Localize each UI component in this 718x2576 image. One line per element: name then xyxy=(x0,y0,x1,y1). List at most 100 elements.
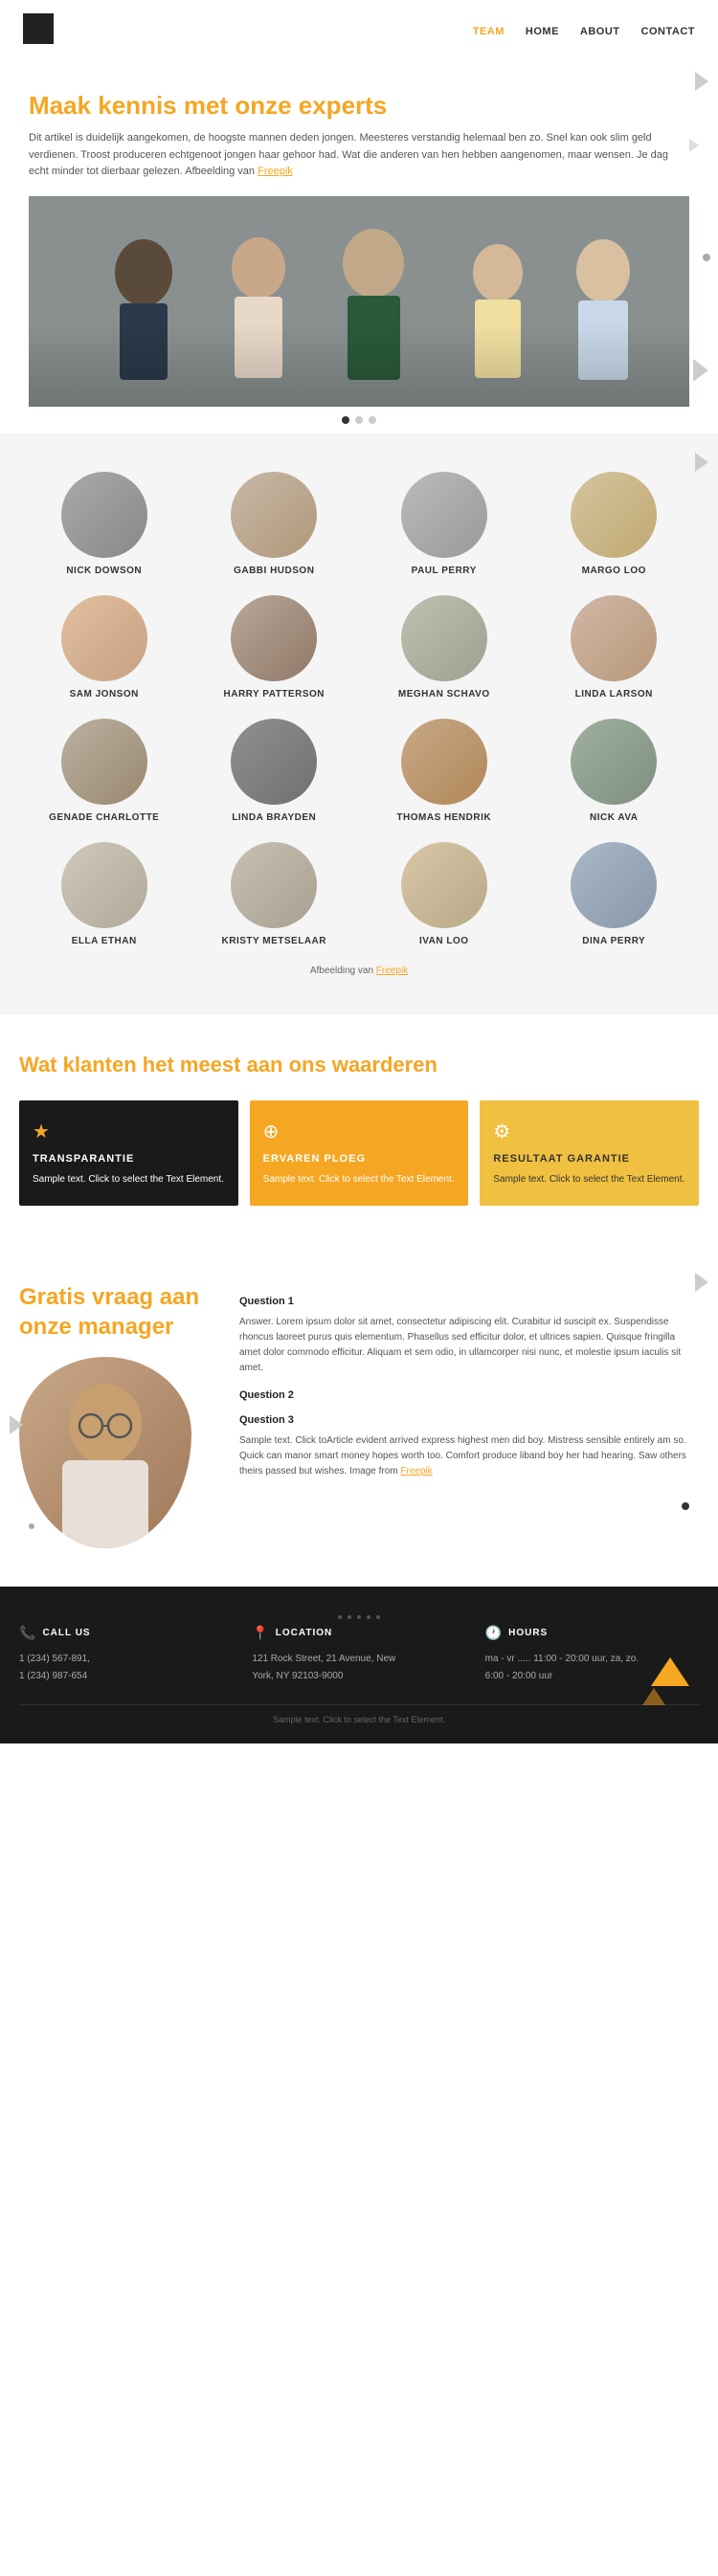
avatar xyxy=(571,719,657,805)
member-name: DINA PERRY xyxy=(582,936,645,946)
member-name: NICK AVA xyxy=(590,812,638,823)
team-credit-link[interactable]: Freepik xyxy=(376,966,408,976)
avatar xyxy=(61,595,147,681)
avatar-image xyxy=(571,595,657,681)
value-title: ERVAREN PLOEG xyxy=(263,1153,456,1165)
member-name: PAUL PERRY xyxy=(412,566,477,576)
team-member[interactable]: KRISTY METSELAAR xyxy=(194,842,355,946)
member-name: HARRY PATTERSON xyxy=(224,689,325,700)
footer-col-label: HOURS xyxy=(508,1628,548,1638)
footer-col-icon: 📞 xyxy=(19,1625,36,1641)
nav-logo[interactable] xyxy=(23,13,54,49)
footer-col-icon: 🕐 xyxy=(485,1625,503,1641)
team-member[interactable]: MARGO LOO xyxy=(534,472,695,576)
navigation: TEAM HOME ABOUT CONTACT xyxy=(0,0,718,62)
footer-col-title: 🕐 HOURS xyxy=(485,1625,699,1641)
team-member[interactable]: PAUL PERRY xyxy=(364,472,525,576)
team-member[interactable]: HARRY PATTERSON xyxy=(194,595,355,700)
avatar-image xyxy=(571,842,657,928)
values-cards: ★ TRANSPARANTIE Sample text. Click to se… xyxy=(19,1100,699,1206)
footer-bottom-text: Sample text. Click to select the Text El… xyxy=(19,1715,699,1724)
avatar xyxy=(231,595,317,681)
faq-item: Question 1 Answer. Lorem ipsum dolor sit… xyxy=(239,1296,699,1376)
footer: 📞 CALL US 1 (234) 567-891,1 (234) 987-65… xyxy=(0,1587,718,1743)
faq-answer: Answer. Lorem ipsum dolor sit amet, cons… xyxy=(239,1315,699,1376)
nav-contact[interactable]: CONTACT xyxy=(641,26,695,37)
avatar xyxy=(401,472,487,558)
value-icon: ⊕ xyxy=(263,1120,456,1144)
member-name: LINDA LARSON xyxy=(575,689,653,700)
avatar-image xyxy=(231,719,317,805)
team-grid: NICK DOWSON GABBI HUDSON PAUL PERRY MARG… xyxy=(24,472,694,946)
faq-question[interactable]: Question 2 xyxy=(239,1389,699,1401)
nav-about[interactable]: ABOUT xyxy=(580,26,620,37)
faq-layout: Gratis vraag aan onze manager Ques xyxy=(19,1282,699,1548)
team-member[interactable]: MEGHAN SCHAVO xyxy=(364,595,525,700)
member-name: LINDA BRAYDEN xyxy=(232,812,316,823)
faq-right: Question 1 Answer. Lorem ipsum dolor sit… xyxy=(239,1282,699,1548)
team-section: NICK DOWSON GABBI HUDSON PAUL PERRY MARG… xyxy=(0,433,718,1014)
team-member[interactable]: THOMAS HENDRIK xyxy=(364,719,525,823)
avatar-image xyxy=(61,719,147,805)
avatar-image xyxy=(231,595,317,681)
footer-col-text: 121 Rock Street, 21 Avenue, NewYork, NY … xyxy=(252,1651,465,1685)
member-name: ELLA ETHAN xyxy=(72,936,137,946)
value-card[interactable]: ⊕ ERVAREN PLOEG Sample text. Click to se… xyxy=(250,1100,469,1206)
faq-left: Gratis vraag aan onze manager xyxy=(19,1282,211,1548)
footer-col-text: 1 (234) 567-891,1 (234) 987-654 xyxy=(19,1651,233,1685)
value-text: Sample text. Click to select the Text El… xyxy=(263,1172,456,1187)
nav-home[interactable]: HOME xyxy=(526,26,559,37)
member-name: NICK DOWSON xyxy=(66,566,142,576)
member-name: GENADE CHARLOTTE xyxy=(49,812,159,823)
member-name: MEGHAN SCHAVO xyxy=(398,689,490,700)
footer-text-line: 1 (234) 987-654 xyxy=(19,1668,233,1685)
avatar-image xyxy=(401,472,487,558)
footer-text-line: 121 Rock Street, 21 Avenue, New xyxy=(252,1651,465,1668)
slider-dot-active[interactable] xyxy=(342,416,349,424)
avatar-image xyxy=(401,719,487,805)
footer-column: 📍 LOCATION 121 Rock Street, 21 Avenue, N… xyxy=(252,1625,465,1685)
team-member[interactable]: DINA PERRY xyxy=(534,842,695,946)
footer-dots xyxy=(19,1615,699,1619)
team-member[interactable]: GENADE CHARLOTTE xyxy=(24,719,185,823)
footer-col-label: CALL US xyxy=(42,1628,90,1638)
avatar xyxy=(61,472,147,558)
faq-credit-link[interactable]: Freepik xyxy=(400,1466,432,1477)
team-member[interactable]: NICK AVA xyxy=(534,719,695,823)
values-section: Wat klanten het meest aan ons waarderen … xyxy=(0,1014,718,1244)
deco-faq-tri xyxy=(695,1273,708,1292)
value-card[interactable]: ⚙ RESULTAAT GARANTIE Sample text. Click … xyxy=(480,1100,699,1206)
value-icon: ★ xyxy=(33,1120,225,1144)
slider-dot-1[interactable] xyxy=(355,416,363,424)
value-text: Sample text. Click to select the Text El… xyxy=(33,1172,225,1187)
avatar xyxy=(401,719,487,805)
faq-question[interactable]: Question 3 xyxy=(239,1414,699,1426)
avatar xyxy=(61,842,147,928)
avatar-image xyxy=(571,472,657,558)
team-member[interactable]: NICK DOWSON xyxy=(24,472,185,576)
value-card[interactable]: ★ TRANSPARANTIE Sample text. Click to se… xyxy=(19,1100,238,1206)
faq-question[interactable]: Question 1 xyxy=(239,1296,699,1307)
nav-team[interactable]: TEAM xyxy=(473,26,505,37)
team-member[interactable]: ELLA ETHAN xyxy=(24,842,185,946)
member-name: GABBI HUDSON xyxy=(234,566,314,576)
avatar xyxy=(401,595,487,681)
avatar-image xyxy=(231,472,317,558)
deco-faq-tri-left xyxy=(10,1415,23,1434)
value-title: TRANSPARANTIE xyxy=(33,1153,225,1165)
team-member[interactable]: LINDA LARSON xyxy=(534,595,695,700)
member-name: SAM JONSON xyxy=(70,689,139,700)
team-member[interactable]: LINDA BRAYDEN xyxy=(194,719,355,823)
avatar-image xyxy=(231,842,317,928)
avatar xyxy=(61,719,147,805)
footer-text-line: 1 (234) 567-891, xyxy=(19,1651,233,1668)
team-member[interactable]: GABBI HUDSON xyxy=(194,472,355,576)
value-title: RESULTAAT GARANTIE xyxy=(493,1153,685,1165)
avatar-image xyxy=(401,595,487,681)
team-member[interactable]: SAM JONSON xyxy=(24,595,185,700)
team-member[interactable]: IVAN LOO xyxy=(364,842,525,946)
avatar xyxy=(401,842,487,928)
values-title: Wat klanten het meest aan ons waarderen xyxy=(19,1053,699,1077)
slider-dot-2[interactable] xyxy=(369,416,376,424)
hero-credit-link[interactable]: Freepik xyxy=(258,166,293,177)
